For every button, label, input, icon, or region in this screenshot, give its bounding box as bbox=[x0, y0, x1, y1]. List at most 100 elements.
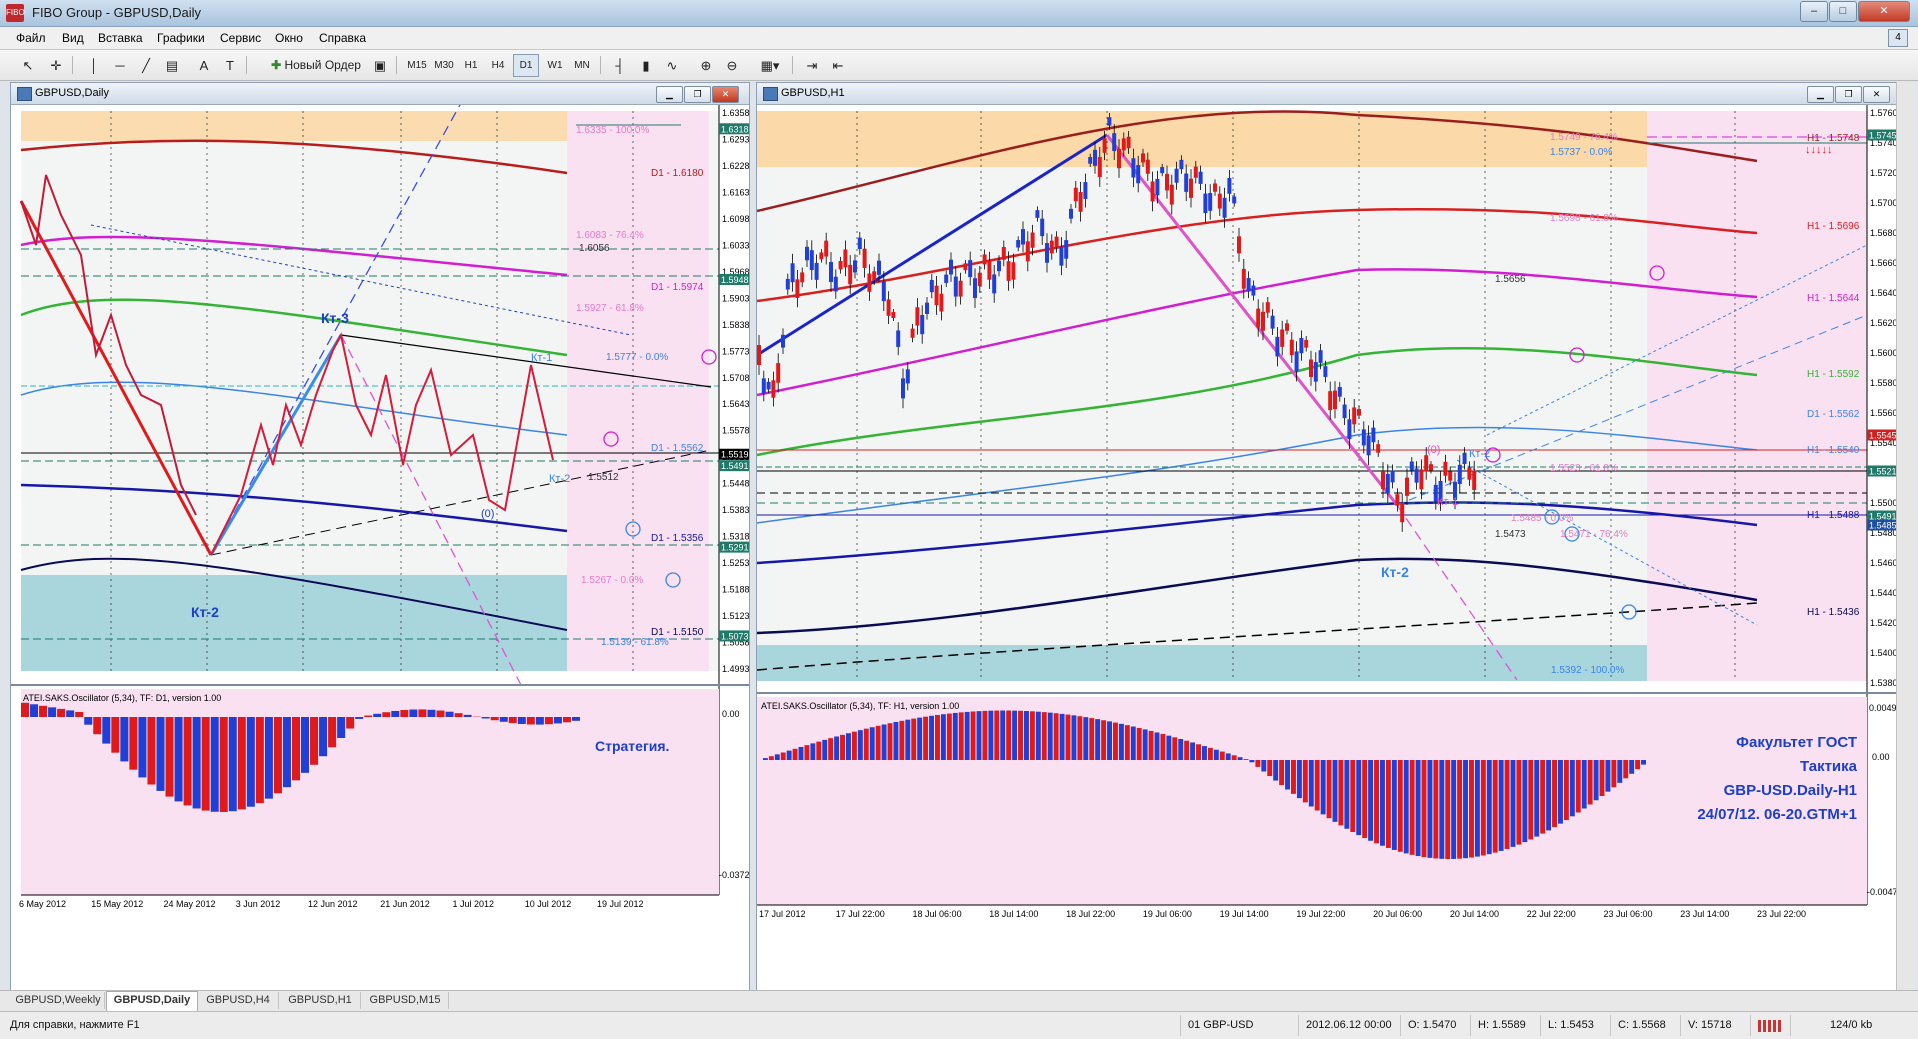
line-chart-icon[interactable]: ∿ bbox=[660, 54, 684, 77]
chart-daily-restore-button[interactable]: ❐ bbox=[684, 86, 711, 103]
h1-lvl-label: 1.5392 - 100.0% bbox=[1551, 665, 1624, 676]
price-axis-tick: 1.5400 bbox=[1870, 648, 1897, 658]
candle-body bbox=[1184, 174, 1188, 192]
date-axis-tick: 17 Jul 2012 bbox=[759, 909, 806, 919]
menu-file[interactable]: Файл bbox=[16, 31, 46, 45]
vertical-scrollbar[interactable] bbox=[1896, 82, 1917, 990]
window-tile-icon[interactable]: ▦▾ bbox=[752, 54, 788, 77]
date-axis-tick: 1 Jul 2012 bbox=[453, 899, 495, 909]
menu-service[interactable]: Сервис bbox=[220, 31, 261, 45]
oscillator-bar bbox=[1404, 760, 1409, 853]
oscillator-bar bbox=[184, 717, 192, 805]
new-order-button[interactable]: ✚ Новый Ордер bbox=[265, 54, 367, 77]
status-open: O: 1.5470 bbox=[1408, 1019, 1456, 1031]
oscillator-bar bbox=[310, 717, 318, 765]
oscillator-bar bbox=[870, 727, 875, 760]
autoscroll-icon[interactable]: ⇥ bbox=[800, 54, 824, 77]
oscillator-bar bbox=[1321, 760, 1326, 814]
candle-body bbox=[771, 380, 775, 397]
candle-body bbox=[1059, 247, 1063, 266]
text-icon[interactable]: A bbox=[192, 54, 216, 77]
candle-body bbox=[1271, 316, 1275, 329]
chart-window-daily[interactable]: GBPUSD,Daily ▁ ❐ ✕ bbox=[10, 82, 750, 992]
shift-chart-icon[interactable]: ⇤ bbox=[826, 54, 850, 77]
tf-h4-button[interactable]: H4 bbox=[485, 54, 511, 77]
chart-daily-canvas[interactable]: Кт-3 Кт-2 Кт-1 Кт-2 (0) 1.6335 - 100.0% … bbox=[11, 105, 749, 991]
tab-gbpusd-m15[interactable]: GBPUSD,M15 bbox=[362, 992, 449, 1009]
zoom-in-icon[interactable]: ⊕ bbox=[694, 54, 718, 77]
chart-h1-restore-button[interactable]: ❐ bbox=[1835, 86, 1862, 103]
menu-window[interactable]: Окно bbox=[275, 31, 303, 45]
tab-gbpusd-h4[interactable]: GBPUSD,H4 bbox=[198, 992, 279, 1009]
daily-label-kt1: Кт-1 bbox=[531, 352, 552, 364]
chart-daily-minimize-button[interactable]: ▁ bbox=[656, 86, 683, 103]
oscillator-bar bbox=[1416, 760, 1421, 856]
menu-insert[interactable]: Вставка bbox=[98, 31, 143, 45]
chart-window-restore-button[interactable]: 4 bbox=[1888, 29, 1908, 47]
tab-gbpusd-h1[interactable]: GBPUSD,H1 bbox=[280, 992, 361, 1009]
tf-m30-button[interactable]: M30 bbox=[431, 54, 457, 77]
horizontal-line-icon[interactable]: ─ bbox=[108, 54, 132, 77]
oscillator-bar bbox=[39, 706, 47, 717]
chart-daily-close-button[interactable]: ✕ bbox=[712, 86, 739, 103]
tf-m15-button[interactable]: M15 bbox=[404, 54, 430, 77]
price-axis-tick: 1.5500 bbox=[1870, 498, 1897, 508]
daily-lvl-label: 1.5267 - 0.0% bbox=[581, 575, 643, 586]
tf-d1-button[interactable]: D1 bbox=[513, 54, 539, 77]
bar-chart-icon[interactable]: ┤ bbox=[608, 54, 632, 77]
crosshair-icon[interactable]: ✛ bbox=[44, 54, 68, 77]
connection-status-icon bbox=[1758, 1020, 1782, 1032]
price-tag-label: 1.5485 bbox=[1869, 521, 1897, 531]
cursor-icon[interactable]: ↖ bbox=[16, 54, 40, 77]
oscillator-bar bbox=[355, 717, 363, 719]
maximize-button[interactable]: □ bbox=[1829, 1, 1857, 22]
channel-icon[interactable]: ▤ bbox=[160, 54, 184, 77]
menu-view[interactable]: Вид bbox=[62, 31, 84, 45]
date-axis-tick: 19 Jul 22:00 bbox=[1296, 909, 1345, 919]
candle-body bbox=[834, 277, 838, 292]
menu-charts[interactable]: Графики bbox=[157, 31, 205, 45]
oscillator-bar bbox=[1534, 760, 1539, 837]
oscillator-bar bbox=[1629, 760, 1634, 774]
candle-body bbox=[791, 263, 795, 282]
daily-lvl-label: D1 - 1.6180 bbox=[651, 168, 704, 179]
chart-window-h1[interactable]: GBPUSD,H1 ▁ ❐ ✕ bbox=[756, 82, 1898, 992]
candle-body bbox=[1352, 407, 1356, 424]
price-axis-tick: 1.5708 bbox=[722, 373, 749, 383]
chart-h1-close-button[interactable]: ✕ bbox=[1863, 86, 1890, 103]
candle-body bbox=[786, 279, 790, 290]
zoom-out-icon[interactable]: ⊖ bbox=[720, 54, 744, 77]
candle-body bbox=[882, 281, 886, 301]
chart-window-h1-titlebar[interactable]: GBPUSD,H1 ▁ ❐ ✕ bbox=[757, 83, 1897, 105]
oscillator-bar bbox=[929, 716, 934, 760]
oscillator-bar bbox=[1427, 760, 1432, 858]
oscillator-bar bbox=[156, 717, 164, 791]
oscillator-bar bbox=[1249, 760, 1254, 762]
candle-body bbox=[949, 260, 953, 275]
label-icon[interactable]: T bbox=[218, 54, 242, 77]
oscillator-bar bbox=[337, 717, 345, 738]
date-axis-tick: 17 Jul 22:00 bbox=[836, 909, 885, 919]
chart-h1-canvas[interactable]: Кт-2 Кт-1 Кт-2 (0) 1.5749 - 76.4% 1.5737… bbox=[757, 105, 1897, 991]
tab-gbpusd-daily[interactable]: GBPUSD,Daily bbox=[106, 991, 198, 1011]
chart-h1-minimize-button[interactable]: ▁ bbox=[1807, 86, 1834, 103]
menu-help[interactable]: Справка bbox=[319, 31, 366, 45]
tf-w1-button[interactable]: W1 bbox=[542, 54, 568, 77]
oscillator-bar bbox=[1036, 712, 1041, 760]
candle-body bbox=[1227, 178, 1231, 194]
trendline-icon[interactable]: ╱ bbox=[134, 54, 158, 77]
candle-body bbox=[1424, 455, 1428, 471]
close-window-button[interactable]: ✕ bbox=[1858, 1, 1910, 22]
oscillator-bar bbox=[810, 743, 815, 760]
navigator-icon[interactable]: ▣ bbox=[368, 54, 392, 77]
date-axis-tick: 3 Jun 2012 bbox=[236, 899, 281, 909]
tf-h1-button[interactable]: H1 bbox=[458, 54, 484, 77]
oscillator-bar bbox=[882, 725, 887, 760]
chart-window-daily-titlebar[interactable]: GBPUSD,Daily ▁ ❐ ✕ bbox=[11, 83, 749, 105]
minimize-button[interactable]: – bbox=[1800, 1, 1828, 22]
tab-gbpusd-weekly[interactable]: GBPUSD,Weekly bbox=[12, 992, 105, 1009]
tf-mn-button[interactable]: MN bbox=[569, 54, 595, 77]
h1-lvl-label: H1 - 1.5748 bbox=[1807, 133, 1860, 144]
candle-chart-icon[interactable]: ▮ bbox=[634, 54, 658, 77]
vertical-line-icon[interactable]: │ bbox=[82, 54, 106, 77]
